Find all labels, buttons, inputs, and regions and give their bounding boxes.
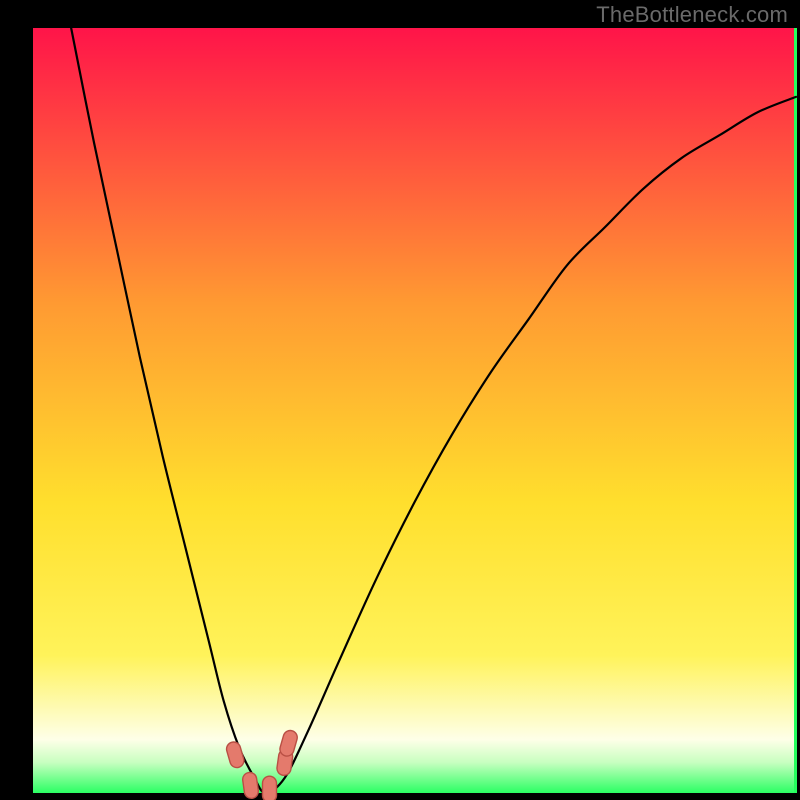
chart-svg [0,0,800,800]
curve-marker [263,776,277,800]
watermark-text: TheBottleneck.com [596,2,788,28]
chart-frame: TheBottleneck.com [0,0,800,800]
right-green-strip [794,28,797,793]
plot-background [33,28,796,793]
